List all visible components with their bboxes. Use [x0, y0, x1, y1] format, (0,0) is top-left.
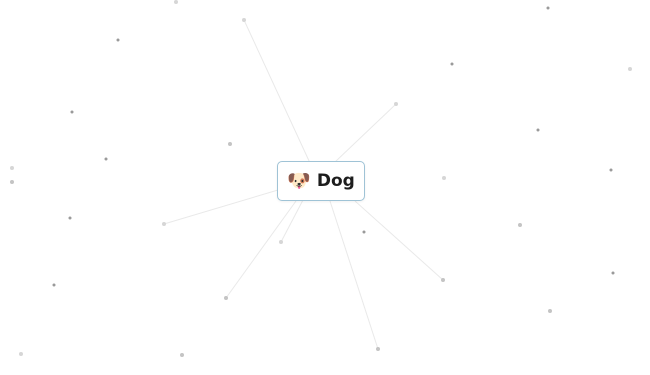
particle-dot: [70, 110, 74, 114]
dog-face-icon: 🐶: [287, 169, 311, 192]
connection-line: [334, 103, 397, 163]
particle-dot: [116, 38, 120, 42]
particle-dot: [536, 128, 540, 132]
particle-dot: [362, 230, 366, 234]
particle-dot: [10, 166, 14, 170]
connection-line: [225, 200, 297, 299]
particle-dot: [242, 18, 246, 22]
particle-dot: [611, 271, 615, 275]
particle-dot: [442, 176, 446, 180]
particle-dot: [450, 62, 454, 66]
crafting-canvas[interactable]: 🐶 Dog: [0, 0, 650, 375]
connection-line: [329, 200, 379, 350]
element-name: Dog: [316, 171, 355, 191]
particle-dot: [68, 216, 72, 220]
particle-dot: [376, 347, 380, 351]
connection-line: [163, 189, 279, 225]
particle-dot: [546, 6, 550, 10]
connection-line: [243, 19, 311, 164]
particle-dot: [279, 240, 283, 244]
particle-dot: [441, 278, 445, 282]
particle-dot: [394, 102, 398, 106]
particle-dot: [19, 352, 23, 356]
element-card-dog[interactable]: 🐶 Dog: [277, 161, 365, 201]
particle-dot: [228, 142, 232, 146]
particle-dot: [609, 168, 613, 172]
particle-dot: [10, 180, 14, 184]
particle-dot: [52, 283, 56, 287]
particle-dot: [518, 223, 522, 227]
particle-dot: [174, 0, 178, 4]
particle-dot: [162, 222, 166, 226]
particle-dot: [104, 157, 108, 161]
particle-dot: [548, 309, 552, 313]
particle-dot: [224, 296, 228, 300]
particle-dot: [180, 353, 184, 357]
connection-line: [354, 200, 444, 281]
particle-dot: [628, 67, 632, 71]
